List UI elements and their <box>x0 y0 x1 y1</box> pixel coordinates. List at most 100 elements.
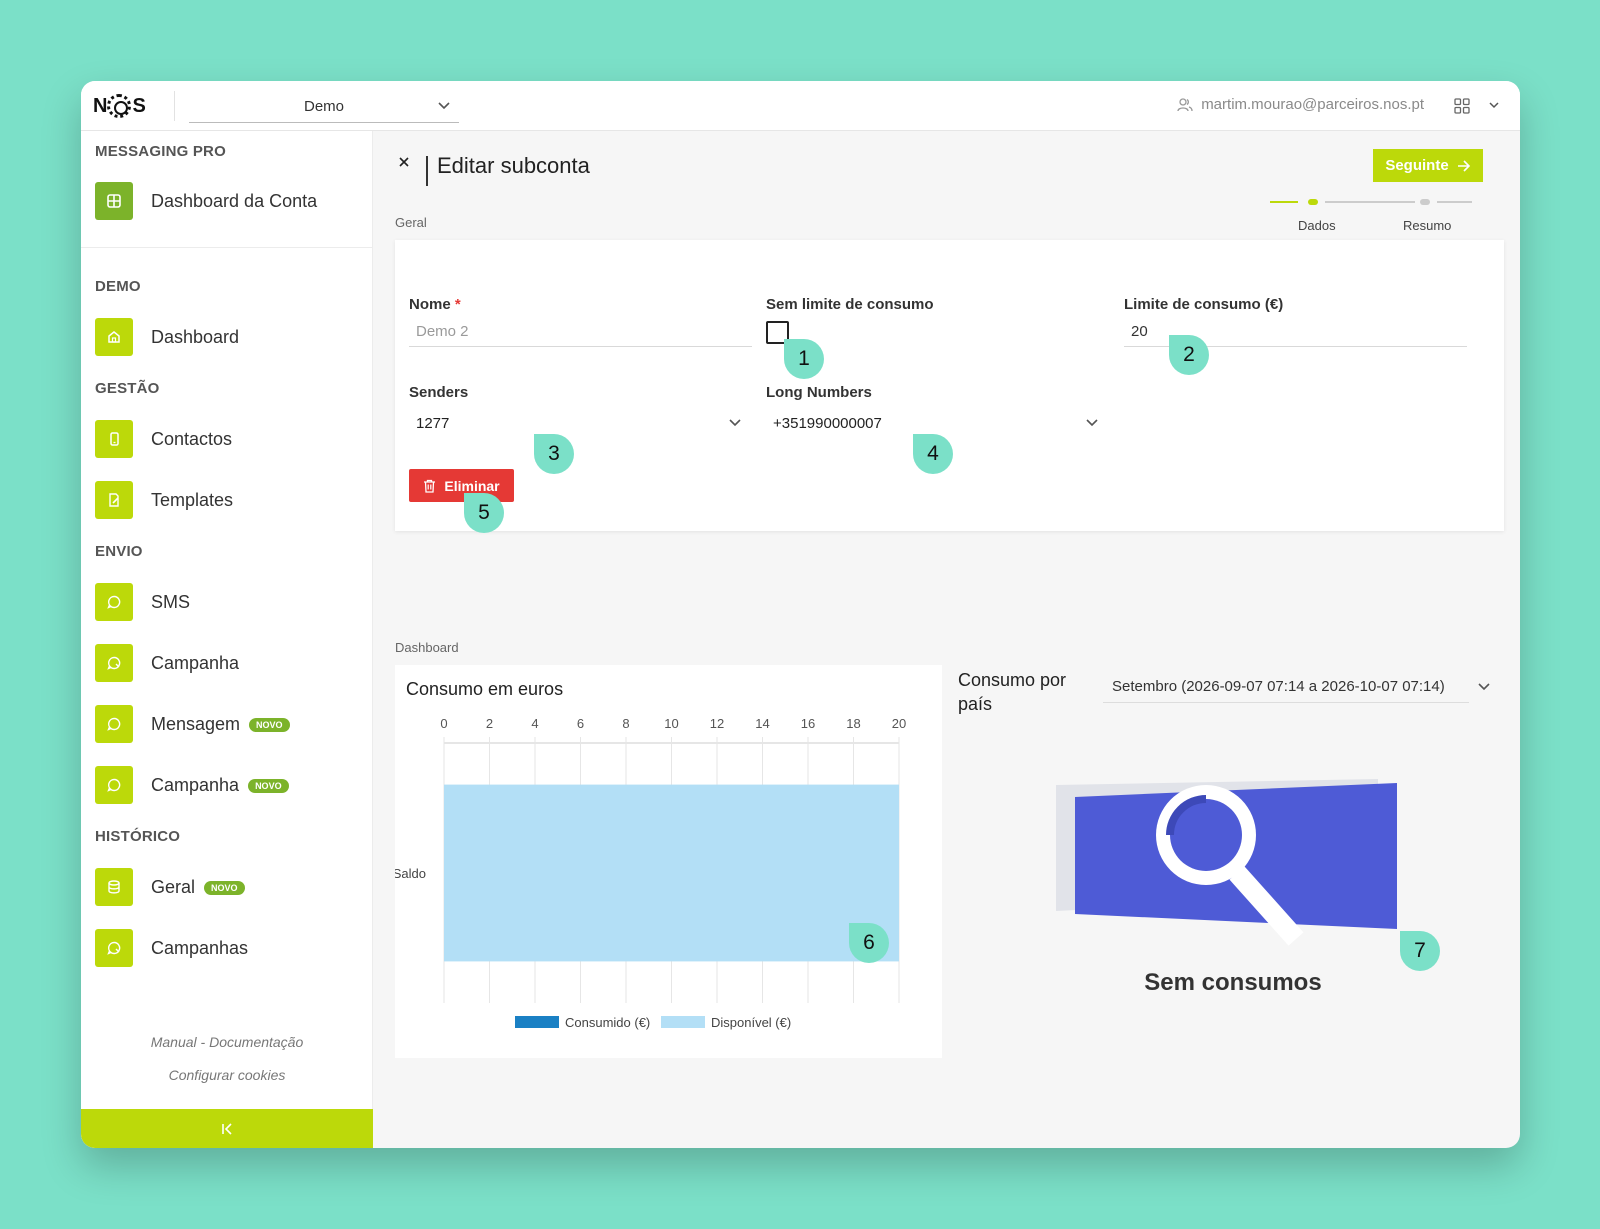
chevron-down-icon <box>438 102 450 110</box>
sidebar-item-dashboard[interactable]: Dashboard <box>95 317 239 357</box>
collapse-sidebar-button[interactable] <box>81 1109 373 1148</box>
sidebar-item-label: Geral NOVO <box>151 877 245 898</box>
new-badge: NOVO <box>249 717 290 732</box>
sidebar-item-sms[interactable]: SMS <box>95 582 190 622</box>
sidebar-item-dashboard-da-conta[interactable]: Dashboard da Conta <box>95 181 317 221</box>
page-title: Editar subconta <box>437 153 590 178</box>
manual-link[interactable]: Manual - Documentação <box>81 1034 373 1050</box>
step-label-resumo: Resumo <box>1403 218 1452 233</box>
trash-icon <box>424 479 436 493</box>
delete-button[interactable]: Eliminar <box>409 469 514 502</box>
collapse-icon <box>222 1122 232 1135</box>
empty-state-text: Sem consumos <box>1144 969 1322 996</box>
sidebar-item-label: Mensagem NOVO <box>151 714 290 735</box>
user-menu[interactable]: martim.mourao@parceiros.nos.pt <box>1177 96 1424 113</box>
account-select[interactable]: Demo <box>189 91 459 123</box>
chart-category-label: Saldo <box>395 866 426 881</box>
sidebar-item-label: Campanha <box>151 652 240 673</box>
sidebar: MESSAGING PRO Dashboard da Conta DEMO Da… <box>81 131 373 1148</box>
section-title-messaging-pro: MESSAGING PRO <box>95 143 226 160</box>
subaccount-form: Nome * Demo 2 Sem limite de consumo Limi… <box>395 240 1504 531</box>
chart-x-tick-label: 2 <box>486 716 493 731</box>
sidebar-item-label: Templates <box>151 489 234 510</box>
sidebar-divider <box>81 247 373 248</box>
step-label-dados: Dados <box>1298 218 1336 233</box>
annotation-marker-7: 7 <box>1400 931 1440 971</box>
chevron-down-icon[interactable] <box>1477 680 1491 694</box>
account-select-value: Demo <box>303 98 344 115</box>
sem-limite-label: Sem limite de consumo <box>766 296 934 313</box>
top-bar: NS Demo martim.mourao@parceiros.nos.pt <box>81 81 1520 131</box>
consumption-bar-chart: 0 2 4 6 8 10 12 14 16 18 20 Saldo Consumido (€) Dispo… <box>395 716 906 1030</box>
empty-search-illustration <box>1056 779 1397 946</box>
next-button[interactable]: Seguinte <box>1373 149 1483 182</box>
user-icon <box>1177 97 1193 111</box>
section-title-envio: ENVIO <box>95 543 143 560</box>
annotation-marker-5: 5 <box>464 493 504 533</box>
senders-select[interactable]: 1277 <box>409 408 742 438</box>
chat-icon <box>95 583 133 621</box>
chart-x-tick-label: 0 <box>440 716 447 731</box>
app-window: NS Demo martim.mourao@parceiros.nos.pt M… <box>81 81 1520 1148</box>
chart-x-tick-label: 12 <box>710 716 724 731</box>
sidebar-item-contactos[interactable]: Contactos <box>95 419 232 459</box>
user-email: martim.mourao@parceiros.nos.pt <box>1201 96 1424 113</box>
chart-legend-label: Consumido (€) <box>565 1015 650 1030</box>
sidebar-item-geral[interactable]: Geral NOVO <box>95 867 245 907</box>
chevron-down-icon[interactable] <box>1488 99 1500 111</box>
step-line <box>1325 201 1415 203</box>
chat-icon <box>95 705 133 743</box>
chart-x-tick-label: 14 <box>755 716 769 731</box>
chevron-down-icon <box>729 419 741 427</box>
long-numbers-label: Long Numbers <box>766 384 872 401</box>
close-button[interactable] <box>395 153 413 171</box>
section-title-gestao: GESTÃO <box>95 380 160 397</box>
chart-x-tick-label: 8 <box>622 716 629 731</box>
sidebar-item-label: SMS <box>151 591 191 612</box>
next-button-label: Seguinte <box>1385 157 1449 174</box>
nome-input[interactable]: Demo 2 <box>409 317 752 347</box>
sidebar-item-label: Dashboard <box>151 326 240 347</box>
title-divider <box>426 156 428 186</box>
section-label-dashboard: Dashboard <box>395 640 459 655</box>
sidebar-item-campanha[interactable]: Campanha <box>95 643 239 683</box>
annotation-marker-1: 1 <box>784 339 824 379</box>
nome-label: Nome * <box>409 296 461 313</box>
nos-logo[interactable]: NS <box>93 93 147 119</box>
senders-label: Senders <box>409 384 469 401</box>
chart-x-tick-label: 6 <box>577 716 584 731</box>
annotation-marker-3: 3 <box>534 434 574 474</box>
sidebar-item-campanha-novo[interactable]: Campanha NOVO <box>95 765 289 805</box>
sidebar-item-text: Campanha <box>151 774 240 795</box>
main-content: Editar subconta Seguinte Dados Resumo Ge… <box>373 131 1520 1148</box>
delete-button-label: Eliminar <box>444 477 500 494</box>
step-dot-resumo[interactable] <box>1420 199 1430 205</box>
sidebar-item-label: Dashboard da Conta <box>151 190 318 211</box>
step-dot-dados[interactable] <box>1308 199 1318 205</box>
new-badge: NOVO <box>248 778 289 793</box>
apps-grid-icon[interactable] <box>1454 98 1470 114</box>
phone-icon <box>95 420 133 458</box>
required-marker: * <box>454 296 461 313</box>
sidebar-item-mensagem[interactable]: Mensagem NOVO <box>95 704 290 744</box>
sidebar-item-text: Mensagem <box>151 713 241 734</box>
chat-icon <box>95 929 133 967</box>
limite-label: Limite de consumo (€) <box>1124 296 1284 313</box>
nome-label-text: Nome <box>409 296 451 313</box>
period-select[interactable]: Setembro (2026-09-07 07:14 a 2026-10-07 … <box>1103 671 1469 703</box>
edit-icon <box>95 481 133 519</box>
chart-legend-swatch <box>515 1016 559 1028</box>
sidebar-item-label: Campanhas <box>151 937 249 958</box>
step-progress-line <box>1270 201 1298 203</box>
section-label-geral: Geral <box>395 215 427 230</box>
chart-x-tick-label: 4 <box>531 716 538 731</box>
grid-icon <box>95 182 133 220</box>
sidebar-item-text: Geral <box>151 876 196 897</box>
stepper <box>1270 199 1475 205</box>
sidebar-item-campanhas[interactable]: Campanhas <box>95 928 248 968</box>
section-title-demo: DEMO <box>95 278 141 295</box>
senders-select-value: 1277 <box>416 414 450 432</box>
country-consumption-title: Consumo por país <box>958 670 1067 714</box>
cookies-link[interactable]: Configurar cookies <box>81 1067 373 1083</box>
sidebar-item-templates[interactable]: Templates <box>95 480 233 520</box>
